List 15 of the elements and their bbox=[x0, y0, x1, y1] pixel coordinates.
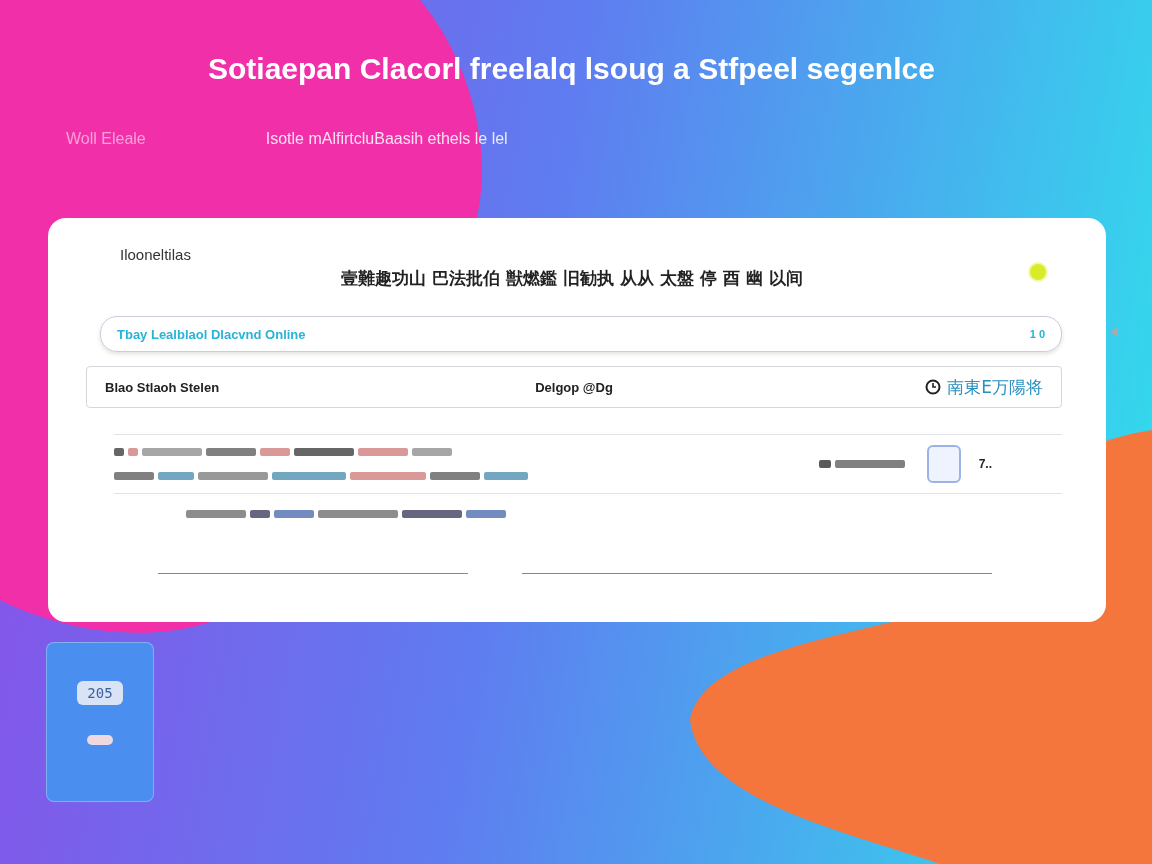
display-text: 205 bbox=[77, 681, 123, 705]
device-icon bbox=[926, 445, 961, 483]
card-label: Ilooneltilas bbox=[120, 246, 191, 263]
card-heading: 壹難趣功山 巴法批伯 獣燃鑑 旧勧执 从从 太盤 停 酉 幽 以间 bbox=[341, 267, 803, 290]
status-dot-icon bbox=[1030, 264, 1046, 280]
info-text: Blao Stlaoh Stelen bbox=[105, 379, 221, 395]
subtitle-text: Woll Eleale bbox=[66, 130, 146, 148]
clock-icon bbox=[925, 379, 942, 395]
page-title: Sotiaepan Clacorl freelalq lsoug a Stfpeel segenlce bbox=[208, 52, 936, 86]
triangle-icon[interactable] bbox=[1108, 326, 1120, 338]
pill-icon bbox=[87, 735, 113, 745]
info-text: Delgop @Dg bbox=[535, 379, 613, 395]
search-field[interactable]: Tbay Lealblaol Dlacvnd Online 1 0 bbox=[100, 316, 1062, 352]
chip-text: 7.. bbox=[978, 457, 992, 471]
info-text: 南東E万陽将 bbox=[947, 375, 1043, 399]
